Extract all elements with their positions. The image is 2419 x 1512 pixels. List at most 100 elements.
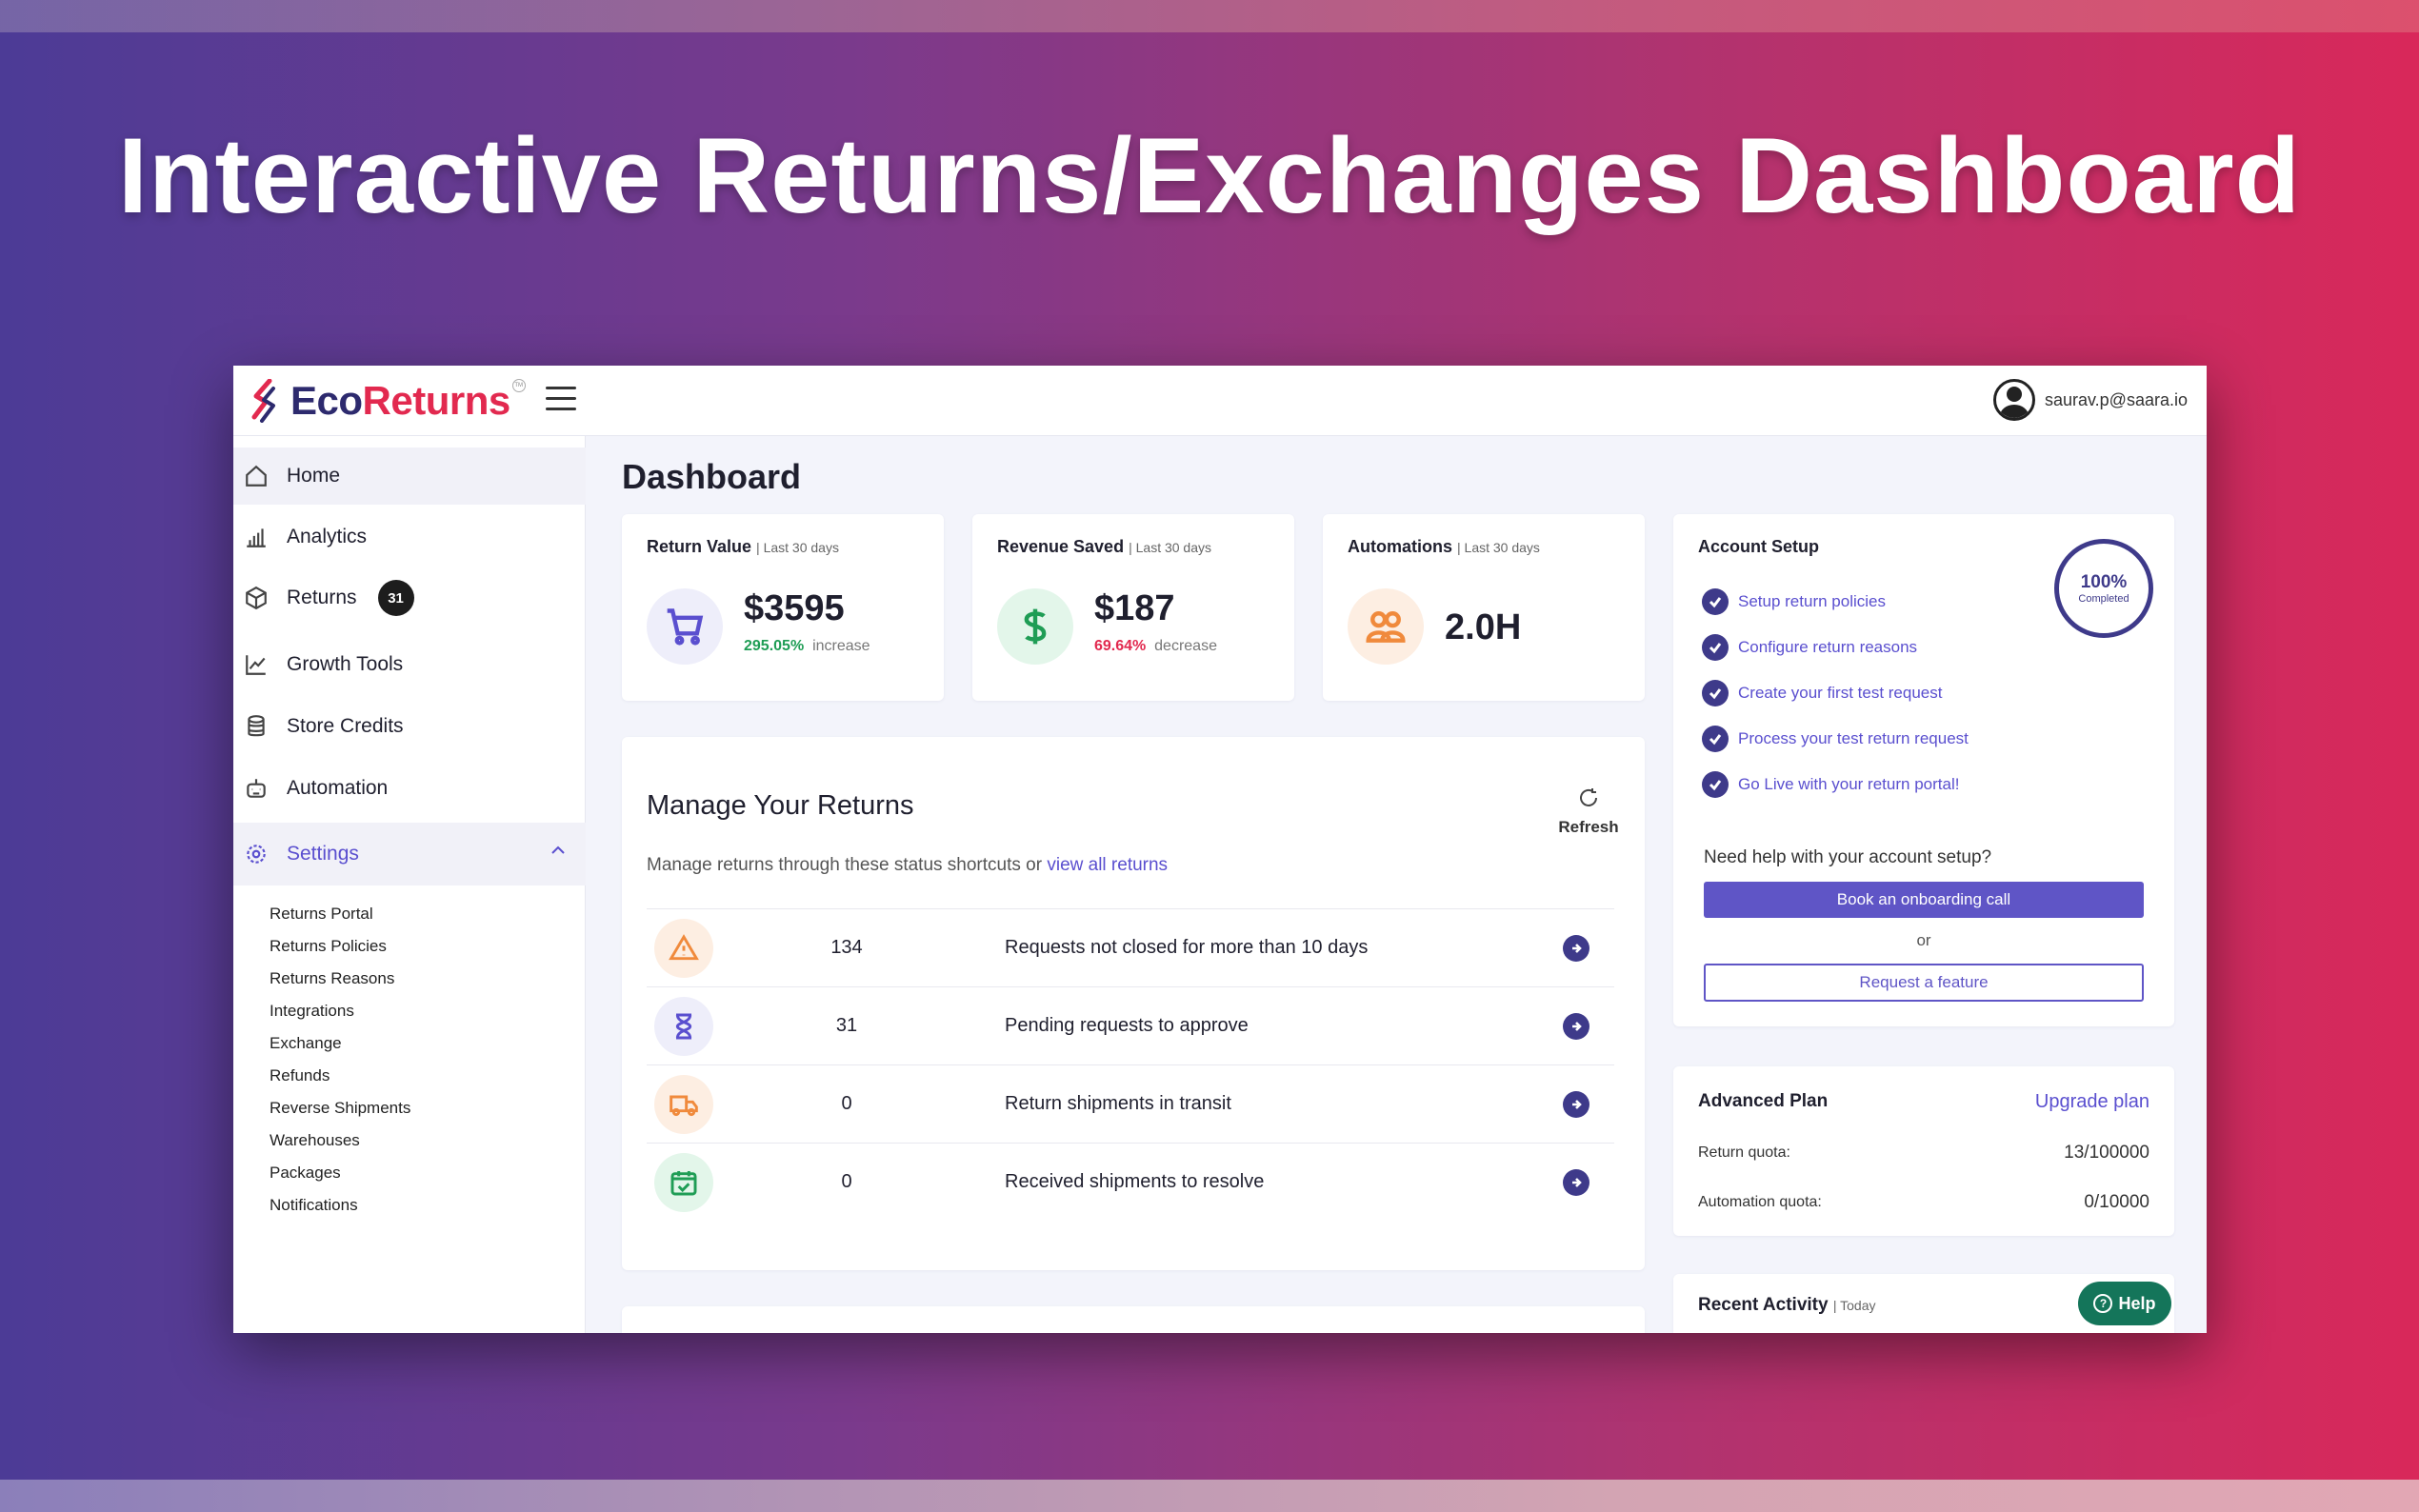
check-circle-icon <box>1702 588 1729 615</box>
stat-value: $187 <box>1094 588 1175 628</box>
setup-step-label: Go Live with your return portal! <box>1738 775 1960 793</box>
recent-activity-title-text: Recent Activity <box>1698 1295 1829 1315</box>
setup-step-label: Configure return reasons <box>1738 638 1918 656</box>
stat-card-automations: Automations | Last 30 days 2.0H <box>1323 514 1645 701</box>
users-icon <box>1348 588 1424 665</box>
manage-returns-card: Manage Your Returns Refresh Manage retur… <box>622 737 1645 1270</box>
settings-sub-item[interactable]: Packages <box>270 1164 341 1183</box>
sidebar-item-label: Store Credits <box>287 715 404 737</box>
logo-eco: Eco <box>290 378 363 423</box>
coins-icon <box>243 713 270 740</box>
sidebar-item-settings[interactable]: Settings <box>233 823 586 885</box>
stat-value: $3595 <box>744 588 845 628</box>
automation-quota-label: Automation quota: <box>1698 1194 1822 1210</box>
logo[interactable]: EcoReturns TM <box>249 378 526 424</box>
sidebar-item-analytics[interactable]: Analytics <box>233 508 586 566</box>
settings-sub-item[interactable]: Integrations <box>270 1002 354 1021</box>
return-shortcut-row[interactable]: 134 Requests not closed for more than 10… <box>647 908 1614 986</box>
setup-step[interactable]: Setup return policies <box>1702 588 1886 615</box>
truck-icon <box>654 1074 713 1134</box>
user-email: saurav.p@saara.io <box>2044 389 2188 409</box>
setup-step[interactable]: Go Live with your return portal! <box>1702 771 1959 798</box>
recent-activity-period: | Today <box>1832 1298 1876 1313</box>
stat-period: | Last 30 days <box>1129 540 1212 555</box>
trend-icon <box>243 651 270 678</box>
stat-period: | Last 30 days <box>1457 540 1540 555</box>
setup-help-question: Need help with your account setup? <box>1704 847 1992 867</box>
row-count: 31 <box>835 1015 858 1036</box>
hamburger-menu-icon[interactable] <box>546 387 576 413</box>
row-count: 0 <box>841 1093 852 1114</box>
stat-value: 2.0H <box>1445 607 1522 647</box>
setup-step[interactable]: Process your test return request <box>1702 726 1969 752</box>
row-label: Requests not closed for more than 10 day… <box>1005 937 1369 958</box>
request-feature-button[interactable]: Request a feature <box>1704 964 2144 1002</box>
check-circle-icon <box>1702 726 1729 752</box>
sidebar-item-returns[interactable]: Returns 31 <box>233 569 586 627</box>
view-all-returns-link[interactable]: view all returns <box>1047 855 1168 875</box>
row-label: Return shipments in transit <box>1005 1093 1231 1114</box>
return-shortcut-row[interactable]: 0 Received shipments to resolve <box>647 1143 1614 1221</box>
chevron-up-icon[interactable] <box>550 842 567 859</box>
sidebar-item-label: Analytics <box>287 526 368 547</box>
sidebar-item-label: Growth Tools <box>287 653 404 675</box>
row-label: Pending requests to approve <box>1005 1015 1249 1036</box>
sidebar-item-home[interactable]: Home <box>233 448 586 505</box>
logo-mark-icon <box>251 379 275 423</box>
arrow-right-icon[interactable] <box>1563 934 1589 962</box>
help-button[interactable]: ? Help <box>2078 1282 2171 1325</box>
box-icon <box>243 585 270 611</box>
bar-chart-icon <box>243 524 270 550</box>
help-label: Help <box>2118 1293 2156 1313</box>
stat-title: Revenue Saved | Last 30 days <box>997 537 1211 557</box>
returns-count-badge: 31 <box>377 580 414 616</box>
warning-icon <box>654 918 713 978</box>
refresh-label: Refresh <box>1558 818 1619 836</box>
logo-text: EcoReturns <box>290 378 510 424</box>
settings-sub-item[interactable]: Returns Portal <box>270 905 373 924</box>
settings-sub-item[interactable]: Exchange <box>270 1034 342 1053</box>
settings-sub-item[interactable]: Notifications <box>270 1196 358 1215</box>
stat-change: 295.05% increase <box>744 638 870 655</box>
sidebar-item-growth-tools[interactable]: Growth Tools <box>233 636 586 693</box>
stat-change-pct: 295.05% <box>744 638 805 654</box>
plan-title: Advanced Plan <box>1698 1091 1829 1111</box>
sidebar-item-label: Home <box>287 465 341 487</box>
book-onboarding-call-button[interactable]: Book an onboarding call <box>1704 882 2144 918</box>
settings-sub-item[interactable]: Refunds <box>270 1066 330 1085</box>
refresh-button[interactable]: Refresh <box>1555 786 1622 837</box>
sidebar-item-automation[interactable]: Automation <box>233 760 586 817</box>
upgrade-plan-link[interactable]: Upgrade plan <box>2035 1091 2149 1113</box>
setup-step[interactable]: Create your first test request <box>1702 680 1942 706</box>
account-setup-title: Account Setup <box>1698 537 1820 556</box>
return-shortcut-row[interactable]: 31 Pending requests to approve <box>647 986 1614 1064</box>
arrow-right-icon[interactable] <box>1563 1012 1589 1040</box>
bottom-strip <box>0 1480 2419 1512</box>
return-quota-value: 13/100000 <box>2064 1143 2149 1163</box>
stat-period: | Last 30 days <box>756 540 839 555</box>
hourglass-icon <box>654 996 713 1056</box>
settings-sub-item[interactable]: Warehouses <box>270 1131 360 1150</box>
settings-sub-item[interactable]: Returns Reasons <box>270 969 394 988</box>
stat-title: Return Value | Last 30 days <box>647 537 839 557</box>
check-circle-icon <box>1702 680 1729 706</box>
sidebar: Home Analytics Returns 31 Growth Tools S… <box>233 436 586 1333</box>
arrow-right-icon[interactable] <box>1563 1168 1589 1196</box>
cart-icon <box>647 588 723 665</box>
check-circle-icon <box>1702 634 1729 661</box>
top-strip <box>0 0 2419 32</box>
sidebar-item-label: Settings <box>287 843 359 865</box>
settings-sub-item[interactable]: Reverse Shipments <box>270 1099 410 1118</box>
sidebar-item-store-credits[interactable]: Store Credits <box>233 698 586 755</box>
user-menu[interactable]: saurav.p@saara.io <box>1992 379 2188 421</box>
arrow-right-icon[interactable] <box>1563 1090 1589 1118</box>
setup-step[interactable]: Configure return reasons <box>1702 634 1917 661</box>
stat-card-revenue-saved: Revenue Saved | Last 30 days $187 69.64%… <box>972 514 1294 701</box>
stat-change-word: decrease <box>1154 638 1217 654</box>
home-icon <box>243 463 270 489</box>
return-shortcut-row[interactable]: 0 Return shipments in transit <box>647 1064 1614 1143</box>
recent-activity-title: Recent Activity | Today <box>1698 1295 1875 1316</box>
account-setup-card: Account Setup 100% Completed Setup retur… <box>1673 514 2174 1026</box>
settings-sub-item[interactable]: Returns Policies <box>270 937 387 956</box>
stat-change-pct: 69.64% <box>1094 638 1147 654</box>
